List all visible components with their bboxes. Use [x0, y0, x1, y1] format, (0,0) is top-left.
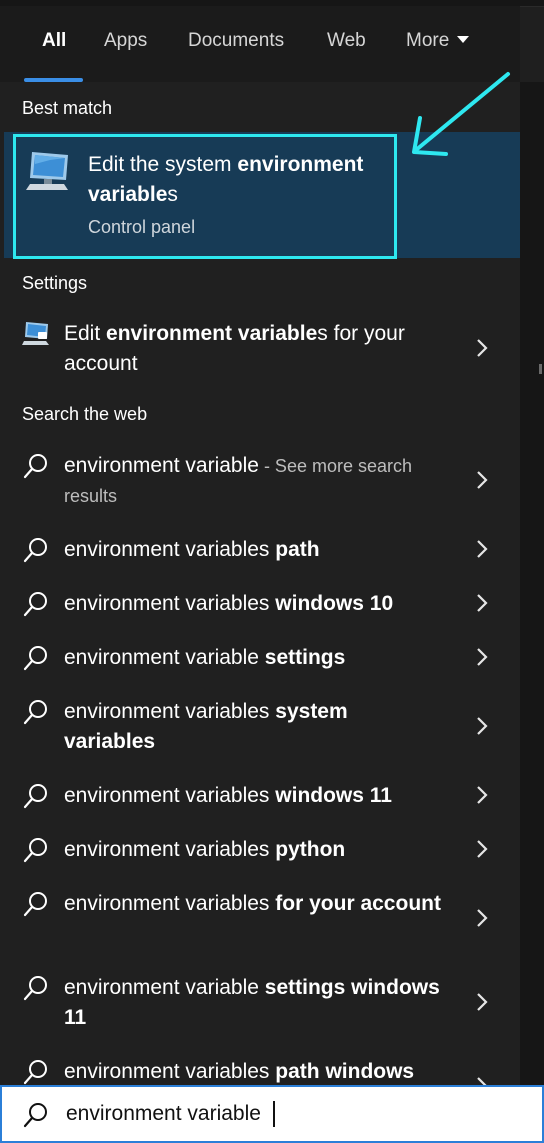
chevron-right-icon[interactable] [474, 337, 490, 359]
web-result[interactable]: environment variables for your account [64, 889, 444, 919]
tab-all[interactable]: All [42, 30, 66, 52]
chevron-right-icon[interactable] [474, 592, 490, 614]
chevron-right-icon[interactable] [474, 715, 490, 737]
search-icon [23, 700, 47, 725]
web-result[interactable]: environment variables python [64, 835, 444, 865]
search-icon [23, 646, 47, 671]
pane-mark [539, 364, 542, 374]
section-settings: Settings [22, 273, 88, 293]
tab-more[interactable]: More [406, 30, 470, 52]
web-result-bold: path windows [275, 1060, 415, 1083]
web-result-plain: environment variables [64, 892, 276, 915]
web-result[interactable]: environment variable settings windows 11 [64, 973, 444, 1033]
web-result-plain: environment variables [64, 838, 276, 861]
tab-more-label: More [406, 30, 450, 51]
web-result-bold: path [275, 538, 320, 561]
web-result[interactable]: environment variables windows 10 [64, 589, 444, 619]
search-icon [23, 892, 47, 917]
chevron-right-icon[interactable] [474, 646, 490, 668]
section-best-match: Best match [22, 98, 113, 118]
search-icon [23, 1060, 47, 1085]
web-result[interactable]: environment variables path windows [64, 1057, 444, 1087]
web-result[interactable]: environment variable - See more search r… [64, 451, 444, 511]
search-icon [23, 976, 47, 1001]
web-result-plain: environment variable [64, 646, 265, 669]
web-result-plain: environment variable [64, 454, 259, 477]
chevron-right-icon[interactable] [474, 907, 490, 929]
tab-apps[interactable]: Apps [104, 30, 147, 52]
web-result-bold: python [275, 838, 346, 861]
web-result-bold: settings [264, 646, 346, 669]
web-result-plain: environment variables [64, 592, 276, 615]
web-result-bold: for your account [275, 892, 441, 915]
web-result-plain: environment variables [64, 538, 276, 561]
web-result-plain: environment variables [64, 1060, 276, 1083]
web-result-bold: windows 11 [275, 784, 392, 807]
search-bar [0, 1085, 544, 1143]
tab-documents[interactable]: Documents [188, 30, 284, 52]
search-icon [23, 538, 47, 563]
chevron-right-icon[interactable] [474, 991, 490, 1013]
chevron-right-icon[interactable] [474, 784, 490, 806]
highlight-box [13, 134, 397, 259]
web-result-bold: windows 10 [275, 592, 394, 615]
search-icon [23, 838, 47, 863]
settings-result[interactable]: Edit environment variables for your acco… [64, 319, 464, 379]
chevron-right-icon[interactable] [474, 469, 490, 491]
web-result[interactable]: environment variables path [64, 535, 444, 565]
search-icon [23, 784, 47, 809]
section-search-web: Search the web [22, 404, 148, 424]
search-input[interactable] [64, 1101, 488, 1127]
web-result[interactable]: environment variables windows 11 [64, 781, 444, 811]
search-icon [23, 592, 47, 617]
settings-monitor-icon [22, 322, 49, 345]
text-cursor [273, 1101, 275, 1127]
preview-pane [520, 82, 544, 1085]
web-result[interactable]: environment variable settings [64, 643, 444, 673]
web-result[interactable]: environment variables system variables [64, 697, 444, 757]
annotation-arrow [412, 72, 510, 156]
search-icon [23, 1103, 47, 1128]
web-result-plain: environment variable [64, 976, 265, 999]
web-result-plain: environment variables [64, 700, 276, 723]
search-icon [23, 454, 47, 479]
settings-result-plain: Edit [64, 322, 107, 345]
settings-result-bold: environment variable [106, 322, 318, 345]
tab-web[interactable]: Web [327, 30, 366, 52]
chevron-right-icon[interactable] [474, 538, 490, 560]
chevron-right-icon[interactable] [474, 838, 490, 860]
web-result-plain: environment variables [64, 784, 276, 807]
chevron-down-icon [457, 36, 470, 43]
